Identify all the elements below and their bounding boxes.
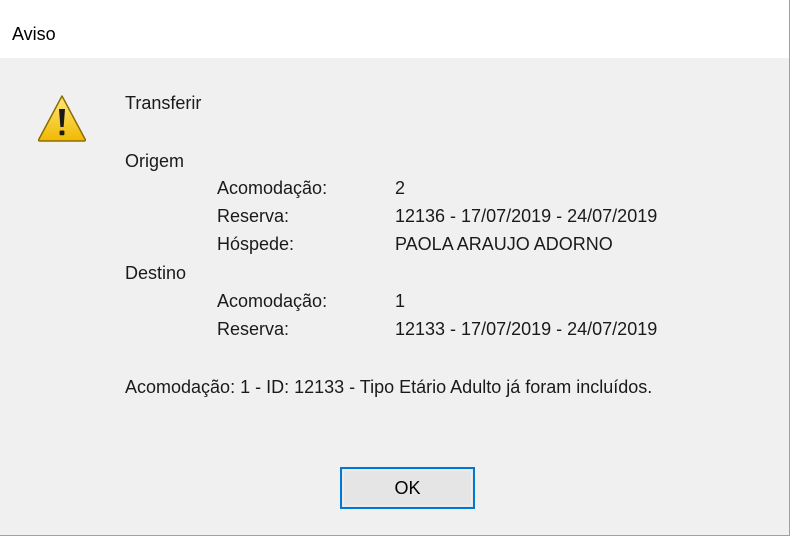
ok-button[interactable]: OK	[340, 467, 475, 509]
destination-label: Destino	[125, 263, 187, 283]
origin-accommodation-value: 2	[395, 178, 406, 198]
destination-accommodation-value: 1	[395, 291, 406, 311]
warning-icon-graphic	[37, 95, 87, 142]
message-heading: Transferir	[125, 93, 202, 113]
origin-label: Origem	[125, 151, 185, 171]
origin-reservation-label: Reserva:	[217, 206, 290, 226]
origin-guest-label: Hóspede:	[217, 234, 295, 254]
message-footer: Acomodação: 1 - ID: 12133 - Tipo Etário …	[125, 377, 653, 397]
warning-icon	[36, 92, 88, 144]
origin-guest-value: PAOLA ARAUJO ADORNO	[395, 234, 613, 254]
title-bar[interactable]: Aviso	[0, 0, 789, 58]
destination-accommodation-label: Acomodação:	[217, 291, 328, 311]
window-title: Aviso	[12, 24, 56, 44]
destination-reservation-label: Reserva:	[217, 319, 290, 339]
origin-accommodation-label: Acomodação:	[217, 178, 328, 198]
destination-reservation-value: 12133 - 17/07/2019 - 24/07/2019	[395, 319, 658, 339]
origin-reservation-value: 12136 - 17/07/2019 - 24/07/2019	[395, 206, 658, 226]
warning-dialog: Aviso Transferir Origem Acomodação: 2 Re…	[0, 0, 790, 536]
